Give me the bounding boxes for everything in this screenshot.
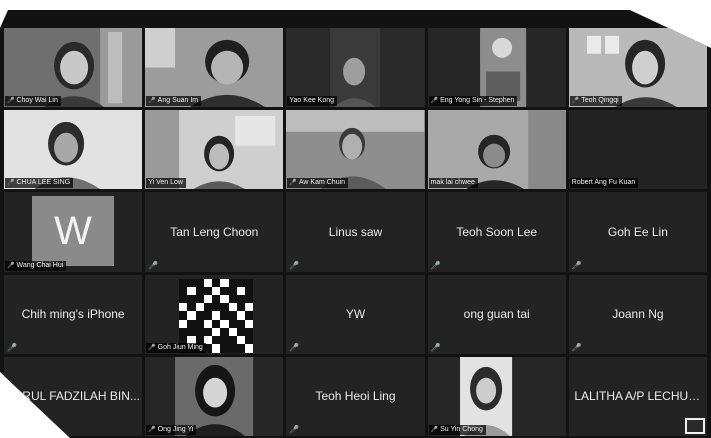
microphone-muted-icon: 🎤 xyxy=(289,260,300,270)
participant-name: Tan Leng Choon xyxy=(170,224,259,239)
participant-tile[interactable]: Goh Ee Lin 🎤 xyxy=(568,192,707,272)
participant-name-label: 🎤 CHUA LEE SING xyxy=(5,178,74,189)
participant-name-label: Yi Ven Low xyxy=(146,178,186,189)
participant-tile[interactable]: mak lai chwee xyxy=(427,110,566,190)
participant-tile[interactable]: 🎤 Eng Yong Sin - Stephen xyxy=(427,28,566,108)
microphone-muted-icon: 🎤 xyxy=(7,262,15,269)
participant-tile[interactable]: YW 🎤 xyxy=(286,274,425,354)
meeting-window: 🎤 Choy Wai Lin 🎤 Ang Suan Im Yao Kee Kon… xyxy=(0,10,711,438)
participant-tile[interactable]: Teoh Soon Lee 🎤 xyxy=(427,192,566,272)
participant-tile[interactable]: RUL FADZILAH BIN... xyxy=(4,356,143,436)
participant-name: Linus saw xyxy=(328,224,383,239)
participant-name: Teoh Heoi Ling xyxy=(315,389,396,404)
microphone-muted-icon: 🎤 xyxy=(571,342,582,352)
participant-tile[interactable]: ong guan tai 🎤 xyxy=(427,274,566,354)
participant-tile[interactable]: 🎤 Ang Suan Im xyxy=(145,28,284,108)
participant-tile[interactable]: Tan Leng Choon 🎤 xyxy=(145,192,284,272)
microphone-muted-icon: 🎤 xyxy=(289,424,300,434)
participant-name-label: Robert Ang Fu Kuan xyxy=(569,178,639,189)
participant-tile[interactable]: 🎤 Choy Wai Lin xyxy=(4,28,143,108)
participant-tile[interactable]: Chih ming's iPhone 🎤 xyxy=(4,274,143,354)
microphone-muted-icon: 🎤 xyxy=(289,342,300,352)
participant-name-label: 🎤 Aw Kam Chuin xyxy=(287,178,349,189)
participant-tile[interactable]: Linus saw 🎤 xyxy=(286,192,425,272)
participant-name: Joann Ng xyxy=(612,307,664,322)
participant-name: ong guan tai xyxy=(463,307,530,322)
participant-name-label: 🎤 Ang Suan Im xyxy=(146,96,202,107)
participant-name-label: 🎤 Teoh Qingqi xyxy=(569,96,622,107)
participant-tile[interactable]: Teoh Heoi Ling 🎤 xyxy=(286,356,425,436)
microphone-muted-icon: 🎤 xyxy=(7,98,15,105)
participant-name-label: 🎤 Ong Jing Yi xyxy=(146,424,197,435)
microphone-muted-icon: 🎤 xyxy=(148,344,156,351)
microphone-muted-icon: 🎤 xyxy=(148,98,156,105)
microphone-muted-icon: 🎤 xyxy=(430,260,441,270)
microphone-muted-icon: 🎤 xyxy=(571,260,582,270)
participant-name: Chih ming's iPhone xyxy=(21,307,125,322)
participant-name: RUL FADZILAH BIN... xyxy=(22,389,140,404)
participant-name-label: mak lai chwee xyxy=(428,178,478,189)
participant-name-label: 🎤 Wang Chai Hui xyxy=(5,260,67,271)
microphone-muted-icon: 🎤 xyxy=(430,98,439,105)
qr-code-image xyxy=(179,278,254,353)
microphone-muted-icon: 🎤 xyxy=(430,342,441,352)
participant-tile[interactable]: 🎤 Goh Jiun Ming xyxy=(145,274,284,354)
microphone-muted-icon: 🎤 xyxy=(571,98,580,105)
microphone-muted-icon: 🎤 xyxy=(430,426,439,433)
participant-tile[interactable]: Yao Kee Kong xyxy=(286,28,425,108)
microphone-muted-icon: 🎤 xyxy=(148,426,156,433)
participant-tile[interactable]: Robert Ang Fu Kuan xyxy=(568,110,707,190)
participant-name-label: 🎤 Goh Jiun Ming xyxy=(146,342,206,353)
participant-tile[interactable]: LALITHA A/P LECHUM... xyxy=(568,356,707,436)
participant-tile[interactable]: 🎤 CHUA LEE SING xyxy=(4,110,143,190)
participant-tile[interactable]: Joann Ng 🎤 xyxy=(568,274,707,354)
participant-name-label: Yao Kee Kong xyxy=(287,96,338,107)
microphone-muted-icon: 🎤 xyxy=(7,180,15,187)
participant-name-label: 🎤 Su Yin Chong xyxy=(428,424,486,435)
participant-tile[interactable]: 🎤 Ong Jing Yi xyxy=(145,356,284,436)
avatar: W xyxy=(32,196,114,267)
participant-tile[interactable]: 🎤 Su Yin Chong xyxy=(427,356,566,436)
participant-tile[interactable]: Yi Ven Low xyxy=(145,110,284,190)
gallery-grid: 🎤 Choy Wai Lin 🎤 Ang Suan Im Yao Kee Kon… xyxy=(4,28,707,436)
microphone-muted-icon: 🎤 xyxy=(7,342,17,352)
participant-tile[interactable]: W 🎤 Wang Chai Hui xyxy=(4,192,143,272)
microphone-muted-icon: 🎤 xyxy=(148,260,159,270)
participant-name: LALITHA A/P LECHUM... xyxy=(574,389,702,404)
participant-tile[interactable]: 🎤 Teoh Qingqi xyxy=(568,28,707,108)
participant-name: Goh Ee Lin xyxy=(607,224,668,239)
participant-name: Teoh Soon Lee xyxy=(456,224,538,239)
screenshot-stage: 🎤 Choy Wai Lin 🎤 Ang Suan Im Yao Kee Kon… xyxy=(0,0,711,438)
participant-name-label: 🎤 Eng Yong Sin - Stephen xyxy=(428,96,518,107)
gallery-view-icon[interactable] xyxy=(684,417,705,434)
participant-name: YW xyxy=(345,307,366,322)
participant-tile[interactable]: 🎤 Aw Kam Chuin xyxy=(286,110,425,190)
microphone-muted-icon: 🎤 xyxy=(289,180,297,187)
participant-name-label: 🎤 Choy Wai Lin xyxy=(5,96,61,107)
